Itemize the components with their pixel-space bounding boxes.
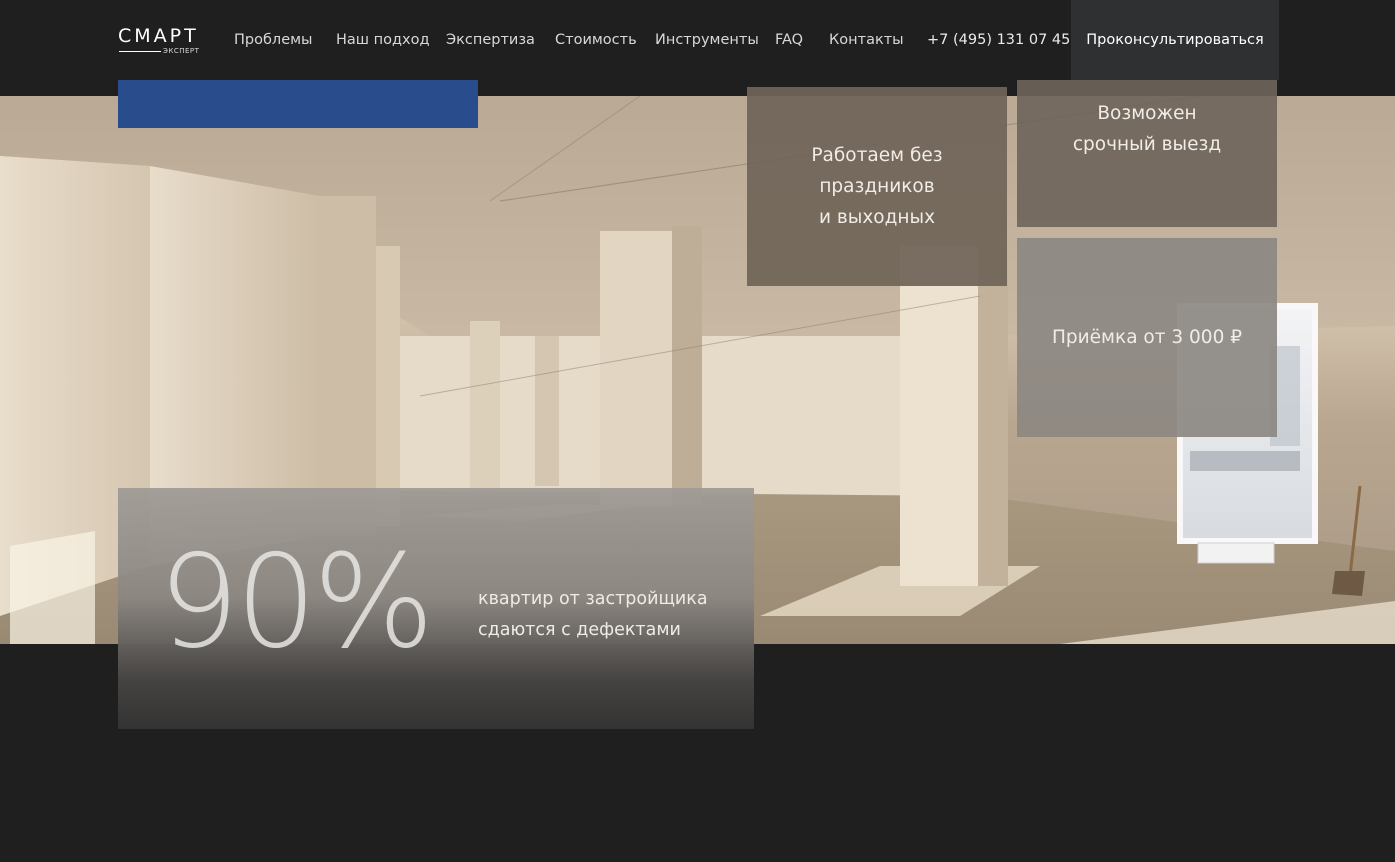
nav-item-approach[interactable]: Наш подход: [336, 31, 430, 49]
logo-main-text: СМАРТ: [118, 25, 199, 47]
page: СМАРТ ЭКСПЕРТ Проблемы Наш подход Экспер…: [0, 0, 1395, 862]
feature-card-text: Работаем без праздников и выходных: [811, 145, 943, 228]
logo-sub-text: ЭКСПЕРТ: [163, 47, 200, 55]
nav-item-pricing[interactable]: Стоимость: [555, 31, 637, 49]
nav-item-faq[interactable]: FAQ: [775, 31, 803, 49]
feature-card-urgent-visit: Возможен срочный выезд: [1017, 80, 1277, 227]
accent-bar: [118, 80, 478, 128]
phone-link[interactable]: +7 (495) 131 07 45: [927, 31, 1070, 49]
stat-card: 90% квартир от застройщика сдаются с деф…: [118, 488, 754, 729]
consult-button[interactable]: Проконсультироваться: [1071, 0, 1279, 80]
stat-caption: квартир от застройщика сдаются с дефекта…: [478, 589, 708, 640]
nav-item-contacts[interactable]: Контакты: [829, 31, 904, 49]
feature-card-no-holidays: Работаем без праздников и выходных: [747, 87, 1007, 286]
feature-card-price: Приёмка от 3 000 ₽: [1017, 238, 1277, 437]
stat-value: 90%: [158, 528, 434, 677]
nav-item-tools[interactable]: Инструменты: [655, 31, 759, 49]
logo-underline: [119, 51, 161, 52]
feature-card-text: Приёмка от 3 000 ₽: [1052, 327, 1242, 348]
logo[interactable]: СМАРТ ЭКСПЕРТ: [118, 25, 200, 58]
feature-card-text: Возможен срочный выезд: [1072, 103, 1222, 155]
site-header: СМАРТ ЭКСПЕРТ Проблемы Наш подход Экспер…: [0, 0, 1395, 80]
nav-item-expertise[interactable]: Экспертиза: [446, 31, 535, 49]
nav-item-problems[interactable]: Проблемы: [234, 31, 313, 49]
